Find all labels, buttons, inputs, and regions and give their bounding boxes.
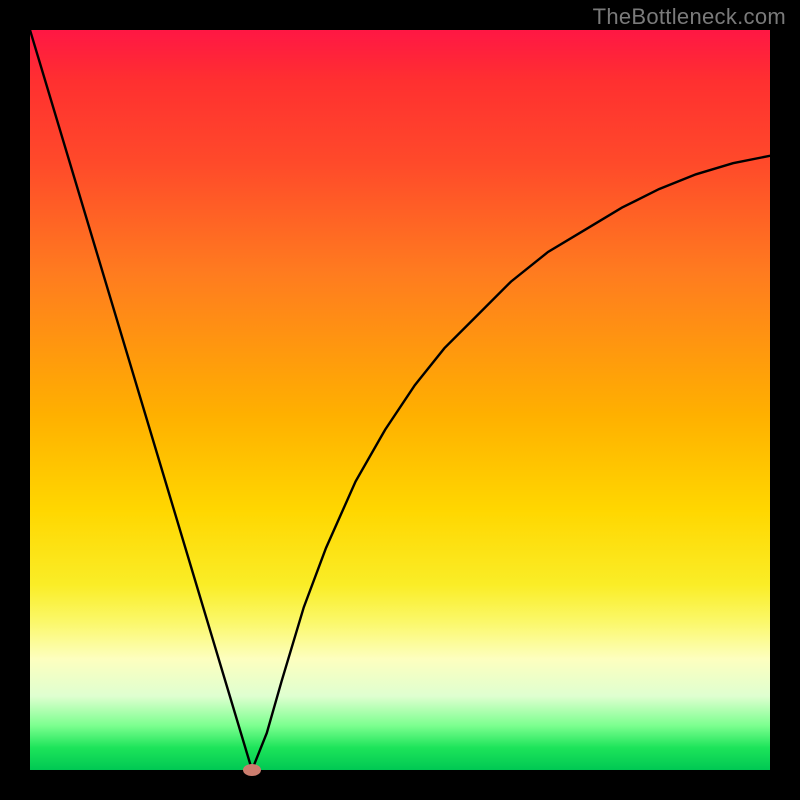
attribution-text: TheBottleneck.com [593, 4, 786, 30]
vertex-marker [243, 764, 261, 776]
chart-frame: TheBottleneck.com [0, 0, 800, 800]
plot-area [30, 30, 770, 770]
bottleneck-curve [30, 30, 770, 770]
